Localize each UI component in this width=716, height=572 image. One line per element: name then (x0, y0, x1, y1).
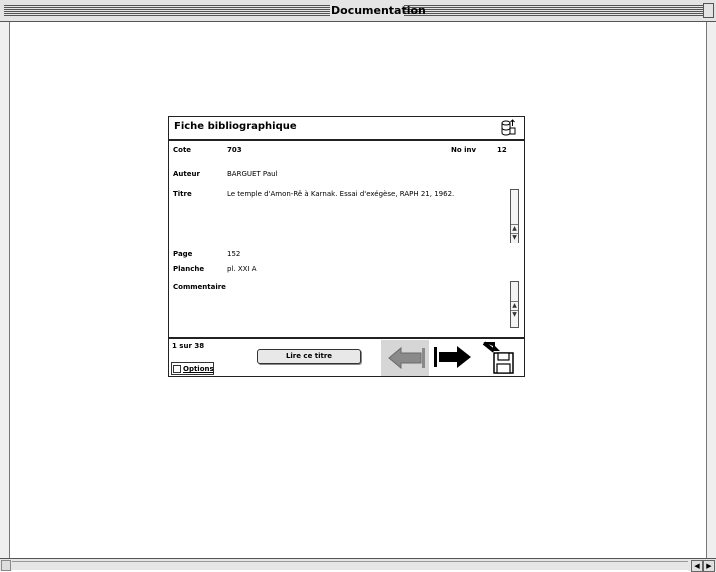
vertical-scrollbar[interactable] (706, 22, 716, 558)
page-label: Page (173, 250, 193, 258)
scroll-track[interactable] (12, 561, 688, 571)
previous-record-button[interactable] (381, 340, 429, 376)
checkbox-box[interactable] (173, 365, 181, 373)
bibliographic-record-card: Fiche bibliographique Cote 703 No inv 12… (168, 116, 525, 377)
scroll-down-arrow-icon[interactable]: ▼ (511, 310, 518, 320)
title-bar-stripes (404, 5, 714, 16)
save-record-button[interactable] (482, 341, 516, 375)
options-label: Options (183, 365, 214, 373)
noinv-value[interactable]: 12 (497, 146, 507, 154)
titre-scrollbar[interactable]: ▲ ▼ (510, 189, 519, 243)
read-title-button[interactable]: Lire ce titre (257, 349, 361, 364)
window-left-border (0, 22, 10, 558)
commentaire-scrollbar[interactable]: ▲ ▼ (510, 281, 519, 328)
auteur-value[interactable]: BARGUET Paul (227, 170, 278, 178)
scroll-left-arrow-icon[interactable]: ◀ (691, 560, 703, 572)
titre-label: Titre (173, 190, 192, 198)
window-zoom-box[interactable] (703, 3, 714, 18)
record-counter: 1 sur 38 (172, 342, 205, 350)
scroll-right-arrow-icon[interactable]: ▶ (703, 560, 715, 572)
titre-value[interactable]: Le temple d'Amon-Rê à Karnak. Essai d'ex… (227, 190, 507, 198)
window-title: Documentation (331, 3, 426, 18)
auteur-label: Auteur (173, 170, 200, 178)
noinv-label: No inv (451, 146, 477, 154)
next-record-button[interactable] (433, 345, 473, 369)
title-bar-stripes (4, 5, 330, 16)
options-checkbox[interactable]: Options (173, 364, 214, 374)
database-icon[interactable] (500, 119, 516, 137)
card-title: Fiche bibliographique (174, 121, 297, 132)
scroll-down-arrow-icon[interactable]: ▼ (511, 233, 518, 243)
save-disk-icon (482, 341, 514, 374)
planche-label: Planche (173, 265, 205, 273)
arrow-left-icon (388, 346, 425, 370)
cote-label: Cote (173, 146, 192, 154)
cote-value[interactable]: 703 (227, 146, 242, 154)
planche-value[interactable]: pl. XXI A (227, 265, 257, 273)
horizontal-scrollbar[interactable]: ◀ ▶ (0, 558, 716, 572)
page-value[interactable]: 152 (227, 250, 240, 258)
window-title-bar[interactable]: Documentation (0, 0, 716, 22)
commentaire-label: Commentaire (173, 283, 226, 291)
options-checkbox-group[interactable]: Options (171, 362, 214, 375)
arrow-right-icon (434, 346, 471, 368)
card-header: Fiche bibliographique (169, 117, 524, 141)
resize-box[interactable] (1, 560, 11, 571)
card-footer: 1 sur 38 Options Lire ce titre (169, 337, 524, 378)
